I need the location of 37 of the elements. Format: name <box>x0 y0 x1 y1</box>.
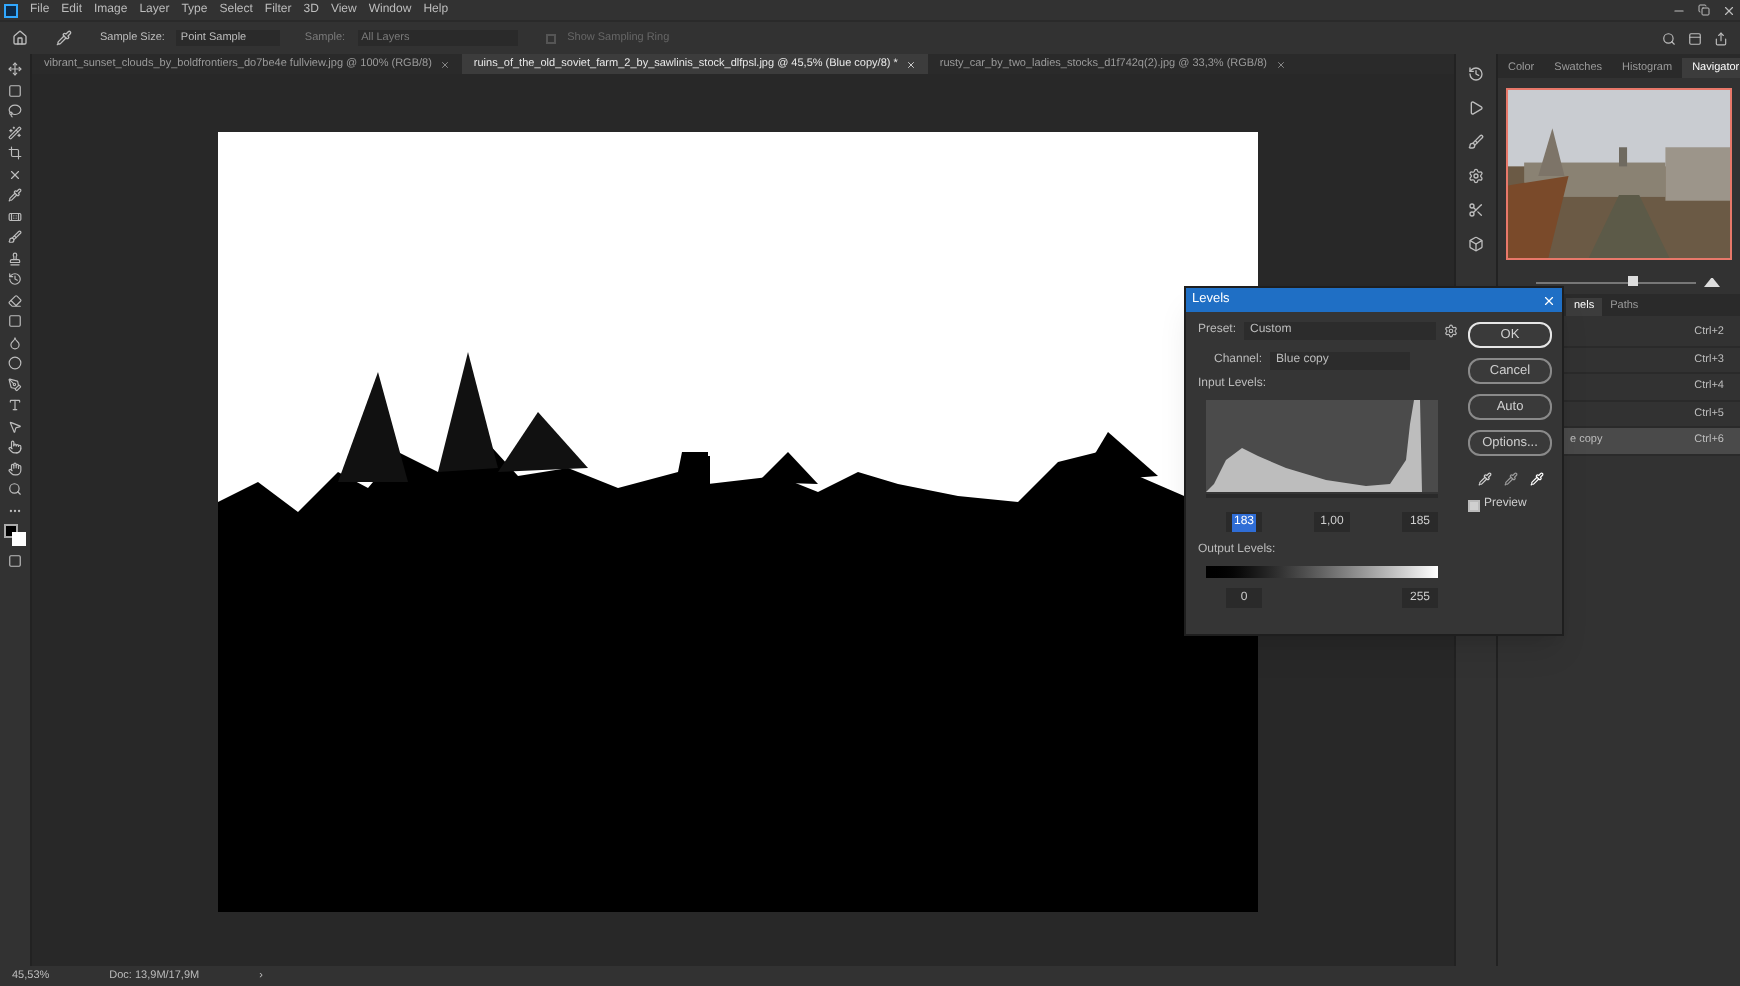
preview-checkbox[interactable] <box>1468 499 1480 511</box>
stamp-icon[interactable] <box>8 251 22 265</box>
brush-icon[interactable] <box>8 230 22 244</box>
wand-icon[interactable] <box>8 125 22 139</box>
type-icon[interactable] <box>8 398 22 412</box>
quick-mask-icon[interactable] <box>8 553 22 567</box>
eyedropper-icon[interactable] <box>56 30 72 46</box>
search-icon[interactable] <box>1662 31 1676 45</box>
cube-icon[interactable] <box>1468 236 1484 252</box>
pen-icon[interactable] <box>8 377 22 391</box>
zoom-slider-thumb[interactable] <box>1628 275 1638 285</box>
share-icon[interactable] <box>1714 31 1728 45</box>
crop-icon[interactable] <box>8 146 22 160</box>
settings-icon[interactable] <box>1444 324 1458 338</box>
restore-icon[interactable] <box>1698 4 1710 16</box>
history-icon[interactable] <box>1468 66 1484 82</box>
home-icon[interactable] <box>12 30 28 46</box>
eraser-icon[interactable] <box>8 293 22 307</box>
drop-icon[interactable] <box>8 335 22 349</box>
close-icon[interactable] <box>1722 3 1736 17</box>
scissors-icon[interactable] <box>1468 202 1484 218</box>
zoom-icon[interactable] <box>8 482 22 496</box>
move-icon[interactable] <box>8 62 22 76</box>
hand-icon[interactable] <box>8 461 22 475</box>
pointer-icon[interactable] <box>8 419 22 433</box>
eyedropper-icon[interactable] <box>8 188 22 202</box>
play-icon[interactable] <box>1468 100 1484 116</box>
eyedropper-icon[interactable] <box>1529 472 1543 486</box>
eyedropper-icon[interactable] <box>1477 472 1491 486</box>
lasso-icon[interactable] <box>8 104 22 118</box>
app-logo-icon <box>4 3 18 17</box>
color-swatches-icon[interactable] <box>4 524 26 546</box>
brush-icon[interactable] <box>1468 134 1484 150</box>
marquee-icon[interactable] <box>8 83 22 97</box>
bandage-icon[interactable] <box>8 209 22 223</box>
mountain-icon <box>1704 277 1720 287</box>
workspace-icon[interactable] <box>1688 31 1702 45</box>
